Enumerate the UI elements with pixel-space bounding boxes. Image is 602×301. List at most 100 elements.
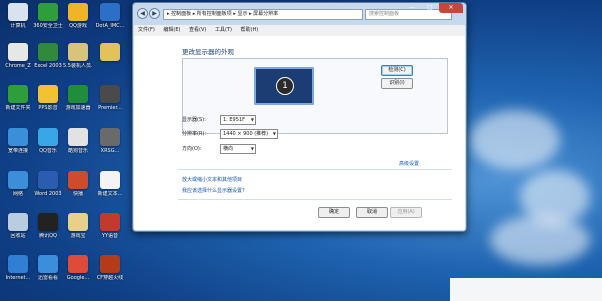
monitor-icon[interactable]: 1 [254,67,314,105]
desktop-icon-label: 快播 [72,191,83,197]
back-button[interactable]: ◀ [137,8,148,19]
desktop-icon-label: Internet... [5,275,31,281]
desktop-app-icon [8,43,28,61]
desktop-icon[interactable]: Internet... [3,255,33,281]
menu-file[interactable]: 文件(F) [138,27,155,33]
divider [178,169,452,170]
desktop-icon-label: Chrome_Z [5,63,31,69]
desktop-app-icon [68,255,88,273]
desktop-icon-label: YY语音 [101,233,119,239]
desktop-app-icon [8,3,28,21]
desktop-icon-label: 腾讯QQ [39,233,57,239]
desktop-icon-label: 游戏加速器 [65,105,91,111]
desktop-icon[interactable]: XRSG... [95,128,125,154]
chevron-down-icon: ▼ [272,131,276,136]
desktop-icon[interactable]: 游戏加速器 [63,85,93,111]
desktop-icon[interactable]: Excel 2003 [33,43,63,69]
desktop-icon[interactable]: DotA_IMC... [95,3,125,29]
desktop-app-icon [38,128,58,146]
advanced-settings-link[interactable]: 高级设置 [399,160,419,167]
desktop-app-icon [8,255,28,273]
text-size-link[interactable]: 放大或缩小文本和其他项目 [182,176,242,183]
desktop-icon[interactable]: CF穿越火线 [95,255,125,281]
menu-help[interactable]: 帮助(H) [241,27,259,33]
address-bar[interactable]: ▸ 控制面板 ▸ 所有控制面板项 ▸ 显示 ▸ 屏幕分辨率 [163,9,363,20]
desktop-icon[interactable]: Premier... [95,85,125,111]
desktop-icon-label: Google... [66,275,90,281]
desktop-icon[interactable]: Google... [63,255,93,281]
display-settings-help-link[interactable]: 我应该选择什么显示器设置? [182,187,245,194]
desktop-app-icon [8,128,28,146]
desktop-icon[interactable] [95,43,125,63]
detect-button[interactable]: 检测(C) [381,65,413,76]
ok-button[interactable]: 确定 [318,207,350,218]
desktop-icon-label: Word 2003 [34,191,62,197]
desktop-icon[interactable]: 网络 [3,171,33,197]
desktop-icon[interactable]: Word 2003 [33,171,63,197]
desktop-icon[interactable]: 5.5装机人员... [63,43,93,69]
desktop-app-icon [100,171,120,189]
desktop-icon[interactable]: Chrome_Z [3,43,33,69]
desktop-icon-label: QQ音乐 [39,148,57,154]
desktop-icon[interactable]: 迅雷看看 [33,255,63,281]
desktop-app-icon [38,255,58,273]
desktop-bottom-area [450,278,602,301]
desktop-icon-label: 酷狗音乐 [67,148,88,154]
resolution-select[interactable]: 1440 × 900 (推荐) ▼ [220,129,278,139]
menu-tools[interactable]: 工具(T) [215,27,232,33]
forward-button[interactable]: ▶ [149,8,160,19]
desktop-icon-label: 新建文本... [97,191,123,197]
chevron-down-icon: ▼ [250,117,254,122]
desktop-app-icon [68,3,88,21]
desktop-icon-label: 回收站 [10,233,26,239]
desktop-icon[interactable]: 360安全卫士 [33,3,63,29]
display-label: 显示器(S): [182,117,206,123]
desktop-app-icon [38,3,58,21]
desktop-icon-label: Premier... [98,105,122,111]
apply-button[interactable]: 应用(A) [390,207,422,218]
desktop-icon[interactable]: 快播 [63,171,93,197]
desktop-icon[interactable]: YY语音 [95,213,125,239]
desktop-icon-label: PPS影音 [38,105,58,111]
desktop-icon-label: 宽带连接 [7,148,28,154]
desktop-app-icon [38,171,58,189]
desktop-icon[interactable]: 酷狗音乐 [63,128,93,154]
display-select[interactable]: 1. E951F ▼ [220,115,256,125]
menu-edit[interactable]: 编辑(E) [163,27,180,33]
desktop-icon[interactable]: PPS影音 [33,85,63,111]
identify-button[interactable]: 识别(I) [381,78,413,89]
desktop-icon[interactable]: 游戏宝 [63,213,93,239]
desktop-app-icon [100,213,120,231]
desktop-icon[interactable]: 新建文件夹 [3,85,33,111]
desktop-app-icon [68,213,88,231]
title-bar: ◀ ▶ ▸ 控制面板 ▸ 所有控制面板项 ▸ 显示 ▸ 屏幕分辨率 搜索控制面板… [133,3,466,23]
resolution-label: 分辨率(R): [182,131,207,137]
menu-view[interactable]: 查看(V) [189,27,206,33]
desktop-app-icon [8,85,28,103]
desktop-icon-label: 游戏宝 [70,233,86,239]
desktop-icon-label: XRSG... [100,148,120,154]
display-select-value: 1. E951F [223,117,245,123]
desktop-icon[interactable]: 回收站 [3,213,33,239]
desktop-app-icon [68,171,88,189]
desktop-app-icon [38,213,58,231]
minimize-button[interactable]: — [403,3,421,13]
maximize-button[interactable]: □ [421,3,439,13]
desktop-icon[interactable]: 宽带连接 [3,128,33,154]
desktop-icon[interactable]: 新建文本... [95,171,125,197]
desktop-icon[interactable]: 腾讯QQ [33,213,63,239]
desktop-icon[interactable]: 计算机 [3,3,33,29]
desktop-icon-label: CF穿越火线 [96,275,124,281]
desktop-icon-label: 新建文件夹 [5,105,31,111]
desktop-icon-label: QQ游戏 [69,23,87,29]
desktop-icon[interactable]: QQ音乐 [33,128,63,154]
menu-bar: 文件(F) 编辑(E) 查看(V) 工具(T) 帮助(H) [134,25,465,36]
orientation-select[interactable]: 横向 ▼ [220,144,256,154]
close-button[interactable]: ✕ [439,3,463,13]
cancel-button[interactable]: 取消 [356,207,388,218]
divider [178,199,452,200]
desktop-app-icon [100,128,120,146]
desktop-icon-label: 360安全卫士 [33,23,63,29]
desktop-icon[interactable]: QQ游戏 [63,3,93,29]
orientation-label: 方向(O): [182,146,202,152]
